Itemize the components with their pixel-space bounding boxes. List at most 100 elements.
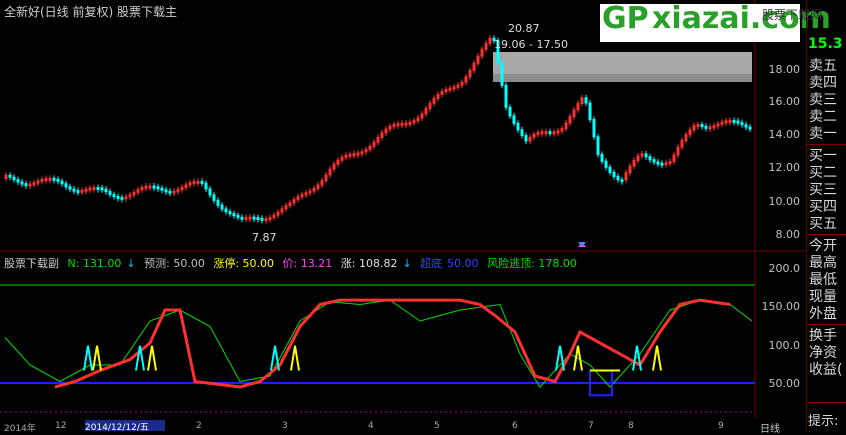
indicator-axis-label: 100.0: [768, 339, 801, 352]
candle-body: [604, 160, 608, 168]
candle-body: [204, 182, 208, 190]
indicator-item: 超底: [420, 257, 443, 270]
candle-body: [12, 176, 16, 181]
sell-level-5[interactable]: 卖五: [809, 58, 846, 74]
candle-body: [732, 119, 736, 123]
low-price-annotation: 7.87: [252, 231, 277, 244]
buy-level-1[interactable]: 买一: [809, 148, 846, 164]
turnover-label: 换手: [809, 328, 837, 344]
candle-body: [608, 166, 612, 173]
buy-level-4[interactable]: 买四: [809, 199, 846, 215]
net-assets-label: 净资: [809, 345, 837, 361]
chart-title: 全新好(日线 前复权) 股票下载主: [4, 5, 177, 19]
candle-body: [704, 125, 708, 129]
candle-body: [700, 124, 704, 128]
price-axis-label: 10.00: [768, 195, 801, 208]
candle-body: [736, 120, 740, 124]
indicator-item: N: 131.00: [67, 257, 122, 270]
candle-body: [212, 194, 216, 201]
price-axis-label: 16.00: [768, 95, 801, 108]
candle-body: [156, 186, 160, 190]
price-axis-label: 14.00: [768, 128, 801, 141]
candle-body: [232, 213, 236, 217]
candle-body: [168, 190, 172, 194]
candle-body: [240, 216, 244, 220]
candle-body: [516, 122, 520, 131]
date-label: 5: [434, 421, 440, 431]
buy-level-3[interactable]: 买三: [809, 182, 846, 198]
candle-body: [104, 188, 108, 193]
candle-body: [152, 185, 156, 189]
candle-body: [616, 176, 620, 181]
candle-body: [76, 190, 80, 194]
indicator-item: 涨停: 50.00: [213, 257, 275, 270]
candle-body: [740, 122, 744, 126]
candle-body: [112, 194, 116, 198]
candle-body: [108, 191, 112, 196]
candle-body: [512, 115, 516, 124]
price-axis-label: 12.00: [768, 161, 801, 174]
indicator-axis-label: 200.0: [768, 262, 801, 275]
low-price-label: 最低: [809, 272, 837, 288]
buy-level-2[interactable]: 买二: [809, 165, 846, 181]
down-arrow-icon: ↓: [126, 257, 136, 270]
candle-body: [260, 217, 264, 221]
outer-volume-label: 外盘: [809, 306, 837, 322]
candle-body: [656, 161, 660, 165]
candle-body: [236, 214, 240, 218]
candle-body: [164, 189, 168, 193]
candle-body: [612, 171, 616, 178]
indicator-item: 风险逃顶: 178.00: [487, 257, 577, 270]
candle-body: [524, 135, 528, 142]
candle-body: [600, 153, 604, 162]
sell-level-2[interactable]: 卖二: [809, 109, 846, 125]
date-label: 4: [368, 421, 374, 431]
candle-body: [748, 126, 752, 130]
candle-body: [508, 106, 512, 117]
indicator-header: 股票下载副 N: 131.00 ↓ 预测: 50.00 涨停: 50.00 价: …: [4, 255, 582, 271]
candle-body: [500, 62, 504, 86]
date-label: 9: [718, 421, 724, 431]
candle-body: [68, 186, 72, 190]
candle-body: [216, 199, 220, 206]
sell-level-4[interactable]: 卖四: [809, 75, 846, 91]
date-label: 7: [588, 421, 594, 431]
candle-body: [648, 156, 652, 161]
candle-body: [744, 124, 748, 128]
quote-side-panel: 卖五 卖四 卖三 卖二 卖一 买一 买二 买三 买四 买五 今开 最高 最低 现…: [806, 0, 846, 431]
sell-level-3[interactable]: 卖三: [809, 92, 846, 108]
candle-body: [160, 187, 164, 191]
candle-body: [252, 216, 256, 220]
date-label: 12: [55, 421, 67, 431]
candle-body: [652, 159, 656, 163]
candle-body: [588, 102, 592, 120]
candle-body: [116, 195, 120, 199]
price-axis-label: 18.00: [768, 63, 801, 76]
period-label[interactable]: 日线: [760, 420, 780, 435]
candle-body: [64, 183, 68, 188]
candle-body: [224, 208, 228, 213]
date-label: 3: [282, 421, 288, 431]
indicator-chart[interactable]: [0, 253, 805, 418]
indicator-item: 预测: 50.00: [144, 257, 205, 270]
candle-body: [52, 177, 56, 181]
candle-body: [20, 181, 24, 185]
open-price-label: 今开: [809, 238, 837, 254]
date-label: 2014年: [4, 424, 36, 434]
indicator-axis-label: 50.00: [768, 377, 801, 390]
cursor-date-label: 2014/12/12/五: [85, 420, 165, 433]
buy-level-5[interactable]: 买五: [809, 216, 846, 232]
candle-body: [72, 188, 76, 192]
price-axis-label: 8.00: [775, 228, 801, 241]
indicator-item: 涨: 108.82: [340, 257, 398, 270]
candle-body: [60, 180, 64, 185]
candle-body: [592, 118, 596, 138]
candle-body: [548, 131, 552, 135]
sell-level-1[interactable]: 卖一: [809, 126, 846, 142]
candle-body: [200, 180, 204, 184]
date-label: 6: [512, 421, 518, 431]
candle-body: [596, 136, 600, 155]
indicator-axis-label: 150.00: [761, 300, 801, 313]
hint-label[interactable]: 提示:: [808, 410, 838, 429]
range-annotation: 19.06 - 17.50: [494, 38, 568, 51]
